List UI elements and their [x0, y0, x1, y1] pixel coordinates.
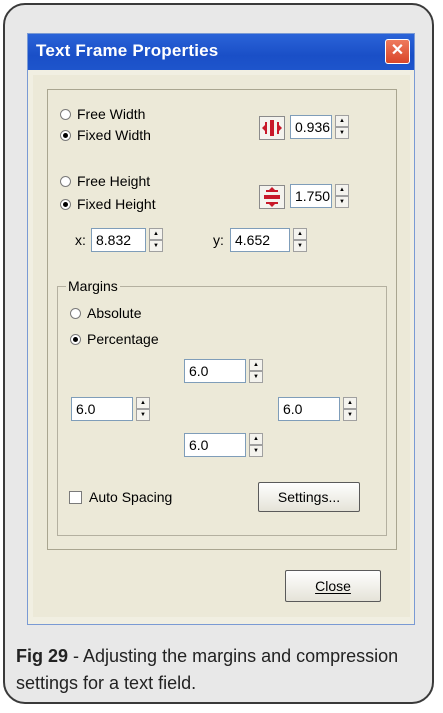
absolute-label: Absolute — [87, 305, 142, 321]
fixed-height-icon[interactable] — [259, 185, 285, 209]
free-height-label: Free Height — [77, 173, 151, 189]
free-width-radio[interactable]: Free Width — [60, 106, 145, 122]
y-spinner: 4.652 ▲ ▼ — [230, 228, 307, 252]
x-label: x: — [75, 232, 86, 248]
auto-spacing-label: Auto Spacing — [89, 489, 173, 505]
fixed-width-label: Fixed Width — [77, 127, 151, 143]
radio-indicator-checked — [60, 198, 71, 210]
spin-up-icon[interactable]: ▲ — [343, 397, 357, 409]
settings-button[interactable]: Settings... — [258, 482, 360, 512]
figure-caption-text: - Adjusting the margins and compression … — [16, 646, 399, 693]
y-value-field[interactable]: 4.652 — [230, 228, 290, 252]
width-value-field[interactable]: 0.936 — [290, 115, 332, 139]
spin-up-icon[interactable]: ▲ — [335, 115, 349, 127]
spin-up-icon[interactable]: ▲ — [293, 228, 307, 240]
y-label: y: — [213, 232, 224, 248]
margin-left-field[interactable]: 6.0 — [71, 397, 133, 421]
spin-down-icon[interactable]: ▼ — [249, 445, 263, 457]
margin-top-spinner: 6.0 ▲ ▼ — [184, 359, 263, 383]
figure-number: Fig 29 — [16, 646, 69, 666]
spin-down-icon[interactable]: ▼ — [335, 196, 349, 208]
close-button-label: Close — [315, 578, 351, 594]
fixed-height-label: Fixed Height — [77, 196, 156, 212]
margin-top-field[interactable]: 6.0 — [184, 359, 246, 383]
fixed-height-radio[interactable]: Fixed Height — [60, 196, 156, 212]
checkbox-box — [69, 490, 82, 504]
percentage-radio[interactable]: Percentage — [70, 331, 159, 347]
spin-up-icon[interactable]: ▲ — [136, 397, 150, 409]
spin-up-icon[interactable]: ▲ — [249, 433, 263, 445]
margin-right-field[interactable]: 6.0 — [278, 397, 340, 421]
close-icon[interactable]: ✕ — [385, 39, 410, 64]
figure-caption: Fig 29 - Adjusting the margins and compr… — [16, 643, 426, 697]
radio-indicator-checked — [70, 333, 81, 345]
title-bar: Text Frame Properties ✕ — [28, 34, 414, 70]
radio-indicator — [70, 307, 81, 319]
dialog-body: Free Width Fixed Width 0.936 ▲ ▼ Free He… — [33, 75, 410, 617]
radio-indicator-checked — [60, 129, 71, 141]
fixed-width-icon[interactable] — [259, 116, 285, 140]
margin-bottom-spinner: 6.0 ▲ ▼ — [184, 433, 263, 457]
height-spinner: 1.750 ▲ ▼ — [290, 184, 349, 208]
spin-up-icon[interactable]: ▲ — [149, 228, 163, 240]
spin-down-icon[interactable]: ▼ — [249, 371, 263, 383]
close-button[interactable]: Close — [285, 570, 381, 602]
text-frame-properties-dialog: Text Frame Properties ✕ Free Width Fixed… — [27, 33, 415, 625]
absolute-radio[interactable]: Absolute — [70, 305, 141, 321]
x-value-field[interactable]: 8.832 — [91, 228, 146, 252]
spin-down-icon[interactable]: ▼ — [149, 240, 163, 252]
spin-down-icon[interactable]: ▼ — [335, 127, 349, 139]
spin-down-icon[interactable]: ▼ — [136, 409, 150, 421]
spin-up-icon[interactable]: ▲ — [335, 184, 349, 196]
free-width-label: Free Width — [77, 106, 146, 122]
margin-left-spinner: 6.0 ▲ ▼ — [71, 397, 150, 421]
spin-down-icon[interactable]: ▼ — [293, 240, 307, 252]
radio-indicator — [60, 108, 71, 120]
properties-pane: Free Width Fixed Width 0.936 ▲ ▼ Free He… — [47, 89, 397, 550]
x-spinner: 8.832 ▲ ▼ — [91, 228, 163, 252]
spin-up-icon[interactable]: ▲ — [249, 359, 263, 371]
margins-group-label: Margins — [66, 278, 120, 294]
dialog-title: Text Frame Properties — [36, 41, 219, 60]
radio-indicator — [60, 175, 71, 187]
width-spinner: 0.936 ▲ ▼ — [290, 115, 349, 139]
margin-bottom-field[interactable]: 6.0 — [184, 433, 246, 457]
height-value-field[interactable]: 1.750 — [290, 184, 332, 208]
percentage-label: Percentage — [87, 331, 159, 347]
fixed-width-radio[interactable]: Fixed Width — [60, 127, 151, 143]
margins-group: Margins Absolute Percentage 6.0 ▲ ▼ 6.0 … — [57, 278, 387, 536]
auto-spacing-checkbox[interactable]: Auto Spacing — [69, 489, 172, 505]
free-height-radio[interactable]: Free Height — [60, 173, 150, 189]
spin-down-icon[interactable]: ▼ — [343, 409, 357, 421]
margin-right-spinner: 6.0 ▲ ▼ — [278, 397, 357, 421]
